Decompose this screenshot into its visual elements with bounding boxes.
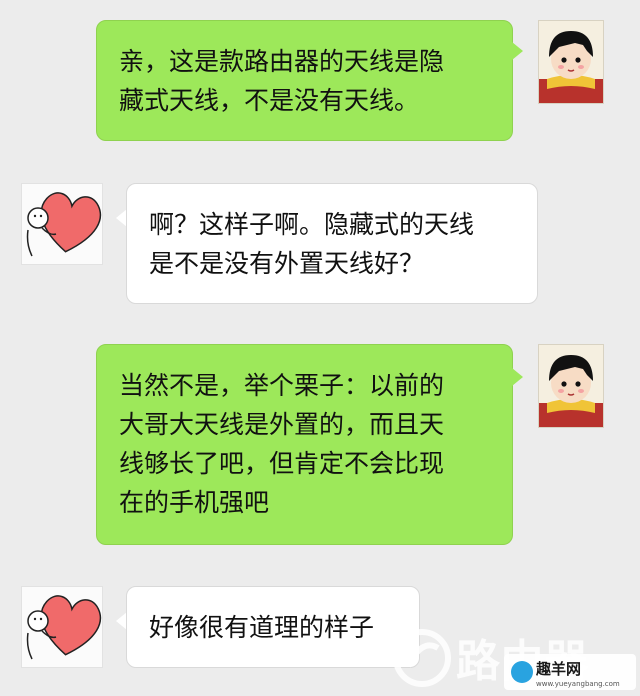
sent-message-bubble[interactable]: 亲，这是款路由器的天线是隐 藏式天线，不是没有天线。	[96, 20, 513, 141]
heart-hug-avatar-icon[interactable]	[21, 586, 103, 668]
sent-message-bubble[interactable]: 当然不是，举个栗子：以前的 大哥大天线是外置的，而且天 线够长了吧，但肯定不会比…	[96, 344, 513, 545]
received-message-bubble[interactable]: 啊？这样子啊。隐藏式的天线 是不是没有外置天线好？	[126, 183, 538, 304]
watermark-site-name: 趣羊网	[535, 660, 581, 678]
bubble-tail	[512, 368, 523, 386]
cartoon-girl-avatar-icon[interactable]	[538, 20, 604, 104]
watermark-site-url: www.yueyangbang.com	[536, 680, 620, 688]
cartoon-girl-avatar-icon[interactable]	[538, 344, 604, 428]
received-message-bubble[interactable]: 好像很有道理的样子	[126, 586, 420, 668]
heart-hug-avatar-icon[interactable]	[21, 183, 103, 265]
watermark: 路由器 趣羊网 www.yueyangbang.com	[384, 618, 640, 692]
bubble-tail	[512, 42, 523, 60]
